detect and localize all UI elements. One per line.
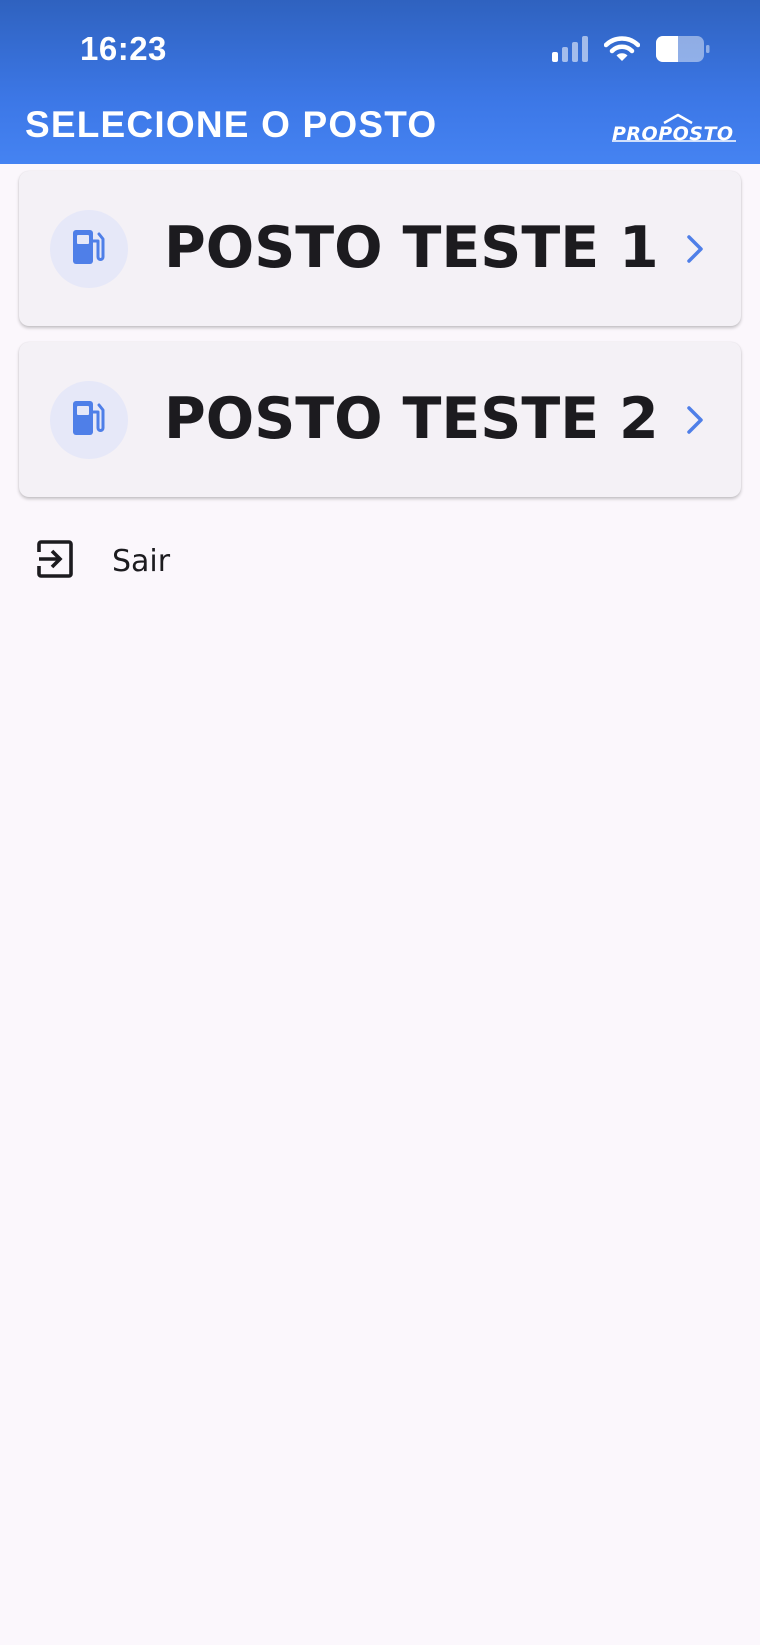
station-avatar [50,381,128,459]
proposto-logo: PROPOSTO [612,112,738,146]
station-list: POSTO TESTE 1 POSTO TESTE 2 [19,171,741,513]
logout-label: Sair [112,543,171,579]
station-avatar [50,210,128,288]
wifi-icon [603,36,641,66]
battery-icon [656,36,710,66]
station-card[interactable]: POSTO TESTE 1 [19,171,741,326]
cellular-signal-icon [552,36,588,66]
status-bar: 16:23 [0,0,760,100]
fuel-pump-icon [72,400,106,440]
status-time: 16:23 [80,30,167,67]
fuel-pump-icon [72,229,106,269]
app-header: 16:23 SELECIONE O POSTO PROPOSTO [0,0,760,164]
page-title: SELECIONE O POSTO [25,104,438,145]
logout-icon [36,540,74,582]
chevron-right-icon [683,402,707,438]
station-name: POSTO TESTE 2 [164,386,659,452]
svg-text:PROPOSTO: PROPOSTO [612,123,734,142]
status-icons [552,36,710,66]
station-card[interactable]: POSTO TESTE 2 [19,342,741,497]
chevron-right-icon [683,231,707,267]
logout-button[interactable]: Sair [36,540,170,582]
station-name: POSTO TESTE 1 [164,215,659,281]
